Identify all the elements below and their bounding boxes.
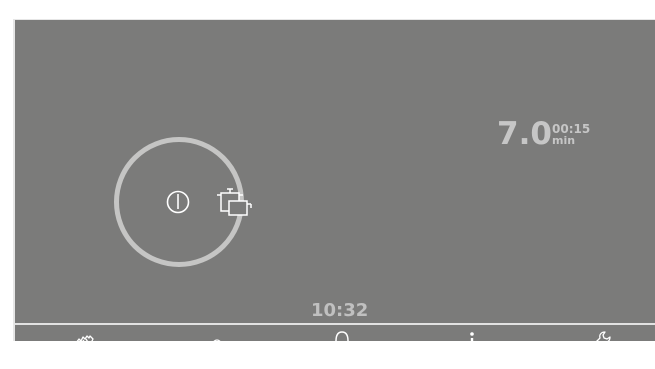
timer-unit: min bbox=[552, 134, 576, 147]
wrench-icon[interactable] bbox=[583, 329, 613, 359]
power-icon[interactable] bbox=[165, 189, 191, 215]
clock: 10:32 bbox=[311, 300, 369, 321]
info-icon[interactable] bbox=[457, 329, 487, 359]
bell-icon[interactable] bbox=[327, 328, 357, 358]
control-panel-screen: 7.0 00:15 min 10:32 bbox=[13, 19, 655, 356]
key-lock-icon[interactable] bbox=[194, 329, 224, 359]
timer-readout: 00:15 min bbox=[552, 123, 590, 147]
bottom-toolbar bbox=[15, 325, 655, 356]
pot-icon[interactable] bbox=[217, 185, 257, 221]
power-level-value: 7.0 bbox=[497, 116, 552, 152]
wipe-protection-hand-icon[interactable] bbox=[69, 331, 99, 361]
